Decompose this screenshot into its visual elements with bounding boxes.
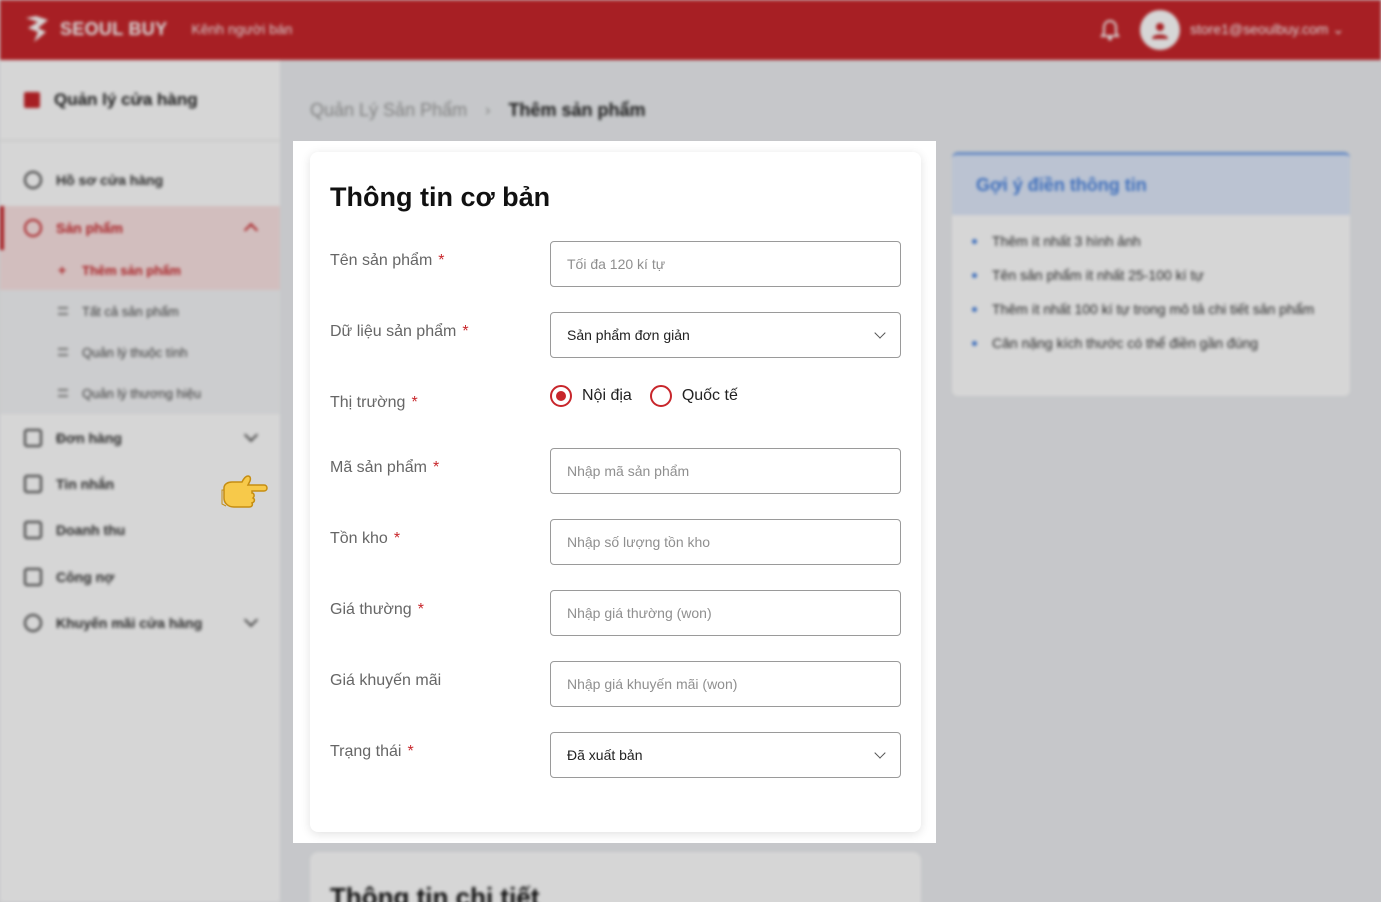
radio-domestic-label[interactable]: Nội địa <box>582 387 632 405</box>
market-label: Thị trường * <box>330 394 418 411</box>
required-mark: * <box>462 323 469 340</box>
required-mark: * <box>438 252 445 269</box>
sku-input[interactable]: Nhập mã sản phẩm <box>550 448 901 494</box>
product-data-select[interactable]: Sản phẩm đơn giản <box>550 312 901 358</box>
status-label: Trạng thái * <box>330 743 414 760</box>
radio-international[interactable] <box>649 385 672 407</box>
status-select[interactable]: Đã xuất bản <box>550 732 901 778</box>
basic-info-card: Thông tin cơ bản Tên sản phẩm * Tối đa 12… <box>310 152 921 832</box>
regular-price-input[interactable]: Nhập giá thường (won) <box>550 590 901 636</box>
product-name-input[interactable]: Tối đa 120 kí tự <box>550 241 901 287</box>
required-mark: * <box>417 601 424 618</box>
required-mark: * <box>411 394 418 411</box>
pointing-hand-icon <box>218 472 270 512</box>
required-mark: * <box>393 530 401 547</box>
basic-info-title: Thông tin cơ bản <box>330 182 551 212</box>
stock-label: Tồn kho * <box>330 530 401 547</box>
regular-price-label: Giá thường * <box>330 601 424 618</box>
chevron-down-icon <box>874 327 886 339</box>
sku-label: Mã sản phẩm * <box>330 459 440 476</box>
chevron-down-icon <box>874 747 886 759</box>
focus-highlight: Thông tin cơ bản Tên sản phẩm * Tối đa 12… <box>293 141 936 843</box>
product-data-label: Dữ liệu sản phẩm * <box>330 323 469 340</box>
radio-selected-dot <box>556 391 566 401</box>
product-name-label: Tên sản phẩm * <box>330 252 445 269</box>
required-mark: * <box>432 459 440 476</box>
radio-international-label[interactable]: Quốc tế <box>682 387 738 405</box>
sale-price-label: Giá khuyến mãi <box>330 672 442 689</box>
required-mark: * <box>407 743 414 760</box>
market-radio-group: Nội địa Quốc tế <box>550 385 746 407</box>
radio-domestic[interactable] <box>550 385 572 407</box>
sale-price-input[interactable]: Nhập giá khuyến mãi (won) <box>550 661 901 707</box>
stock-input[interactable]: Nhập số lượng tồn kho <box>550 519 901 565</box>
